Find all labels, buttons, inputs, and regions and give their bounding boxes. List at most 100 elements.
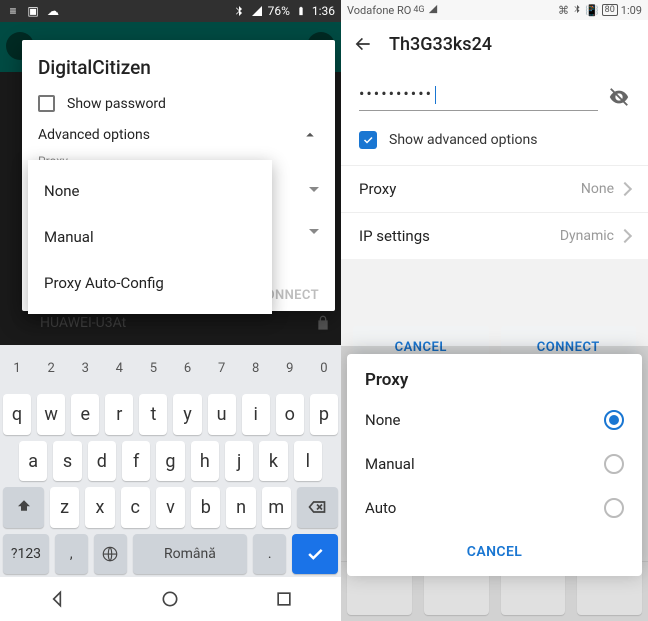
image-icon: ▣ [26,4,40,18]
key-4[interactable]: 4 [102,347,136,389]
key-1[interactable]: 1 [0,347,34,389]
chevron-up-icon [301,126,319,144]
checkbox-icon[interactable] [38,95,55,112]
status-bar: ≡ ▣ ☁ 76% 1:36 [0,0,341,22]
key-i[interactable]: i [242,394,270,434]
symbols-key[interactable]: ?123 [3,534,49,574]
advanced-label: Advanced options [38,127,150,143]
show-advanced-label: Show advanced options [389,132,537,148]
key-q[interactable]: q [3,394,31,434]
show-advanced-row[interactable]: Show advanced options [341,117,648,165]
radio-icon [604,498,624,518]
vibrate-icon: 📳 [585,4,599,17]
ip-label: IP settings [359,227,430,245]
space-key[interactable]: Română [133,534,248,574]
key-6[interactable]: 6 [170,347,204,389]
nav-recents-icon[interactable] [274,589,294,609]
radio-icon [604,454,624,474]
key-j[interactable]: j [225,441,253,481]
wifi-item-label: HUAWEI-U3At [40,315,126,331]
proxy-option-none[interactable]: None [347,398,642,442]
nav-back-icon[interactable] [47,589,67,609]
soft-keyboard: 1 2 3 4 5 6 7 8 9 0 q w e r t y u i o p … [0,345,341,577]
sheet-title: Proxy [347,354,642,398]
key-f[interactable]: f [122,441,150,481]
dropdown-caret-icon [309,229,319,234]
enter-key[interactable] [292,534,338,574]
dialog-title: DigitalCitizen [38,56,319,79]
key-a[interactable]: a [19,441,47,481]
option-label: Auto [365,499,396,517]
key-7[interactable]: 7 [205,347,239,389]
key-y[interactable]: y [173,394,201,434]
key-row-2: a s d f g h j k l [0,438,341,484]
proxy-option-manual[interactable]: Manual [28,214,272,260]
key-e[interactable]: e [71,394,99,434]
nfc-icon: ⌘ [558,4,569,17]
key-g[interactable]: g [156,441,184,481]
backspace-key[interactable] [297,487,338,527]
password-input[interactable]: •••••••••• [359,84,598,111]
shift-key[interactable] [3,487,44,527]
proxy-label: Proxy [359,180,396,198]
key-s[interactable]: s [53,441,81,481]
advanced-options-row[interactable]: Advanced options [38,126,319,144]
proxy-value: None [581,181,614,197]
bluetooth-icon [572,4,582,17]
key-row-4: ?123 , Română . [0,531,341,577]
page-title: Th3G33ks24 [389,34,492,55]
proxy-option-pac[interactable]: Proxy Auto-Config [28,260,272,306]
carrier-label: Vodafone RO [347,4,411,17]
sheet-cancel-button[interactable]: CANCEL [347,530,642,570]
phone-right: Vodafone RO 4G ⌘ 📳 80 1:09 Th3G33ks24 ••… [341,0,648,621]
option-label: Manual [365,455,415,473]
proxy-option-none[interactable]: None [28,168,272,214]
chevron-right-icon [618,182,632,196]
status-bar: Vodafone RO 4G ⌘ 📳 80 1:09 [341,0,648,20]
key-w[interactable]: w [37,394,65,434]
key-r[interactable]: r [105,394,133,434]
clock: 1:36 [312,4,335,18]
key-z[interactable]: z [50,487,79,527]
key-x[interactable]: x [85,487,114,527]
key-m[interactable]: m [262,487,291,527]
key-l[interactable]: l [294,441,322,481]
key-5[interactable]: 5 [136,347,170,389]
battery-icon [294,4,308,18]
key-o[interactable]: o [276,394,304,434]
proxy-row[interactable]: Proxy None [341,165,648,212]
key-h[interactable]: h [191,441,219,481]
key-2[interactable]: 2 [34,347,68,389]
key-b[interactable]: b [191,487,220,527]
visibility-off-icon[interactable] [608,86,630,108]
key-p[interactable]: p [310,394,338,434]
checkbox-checked-icon[interactable] [359,131,377,149]
globe-key[interactable] [94,534,127,574]
nav-home-icon[interactable] [160,589,180,609]
proxy-option-manual[interactable]: Manual [347,442,642,486]
key-n[interactable]: n [226,487,255,527]
password-mask: •••••••••• [359,84,433,103]
key-0[interactable]: 0 [307,347,341,389]
back-arrow-icon[interactable] [353,34,373,54]
key-v[interactable]: v [156,487,185,527]
comma-key[interactable]: , [55,534,88,574]
show-password-row[interactable]: Show password [38,95,319,112]
key-c[interactable]: c [121,487,150,527]
key-9[interactable]: 9 [273,347,307,389]
key-u[interactable]: u [208,394,236,434]
period-key[interactable]: . [253,534,286,574]
key-8[interactable]: 8 [239,347,273,389]
ip-settings-row[interactable]: IP settings Dynamic [341,212,648,259]
proxy-dropdown-menu: None Manual Proxy Auto-Config [28,160,272,314]
phone-left: ≡ ▣ ☁ 76% 1:36 HUAWEI-U3At [0,0,341,621]
key-row-3: z x c v b n m [0,484,341,530]
key-t[interactable]: t [139,394,167,434]
key-3[interactable]: 3 [68,347,102,389]
proxy-option-auto[interactable]: Auto [347,486,642,530]
key-k[interactable]: k [259,441,287,481]
signal-icon [250,4,264,18]
chevron-right-icon [618,229,632,243]
key-row-1: q w e r t y u i o p [0,391,341,437]
key-d[interactable]: d [88,441,116,481]
